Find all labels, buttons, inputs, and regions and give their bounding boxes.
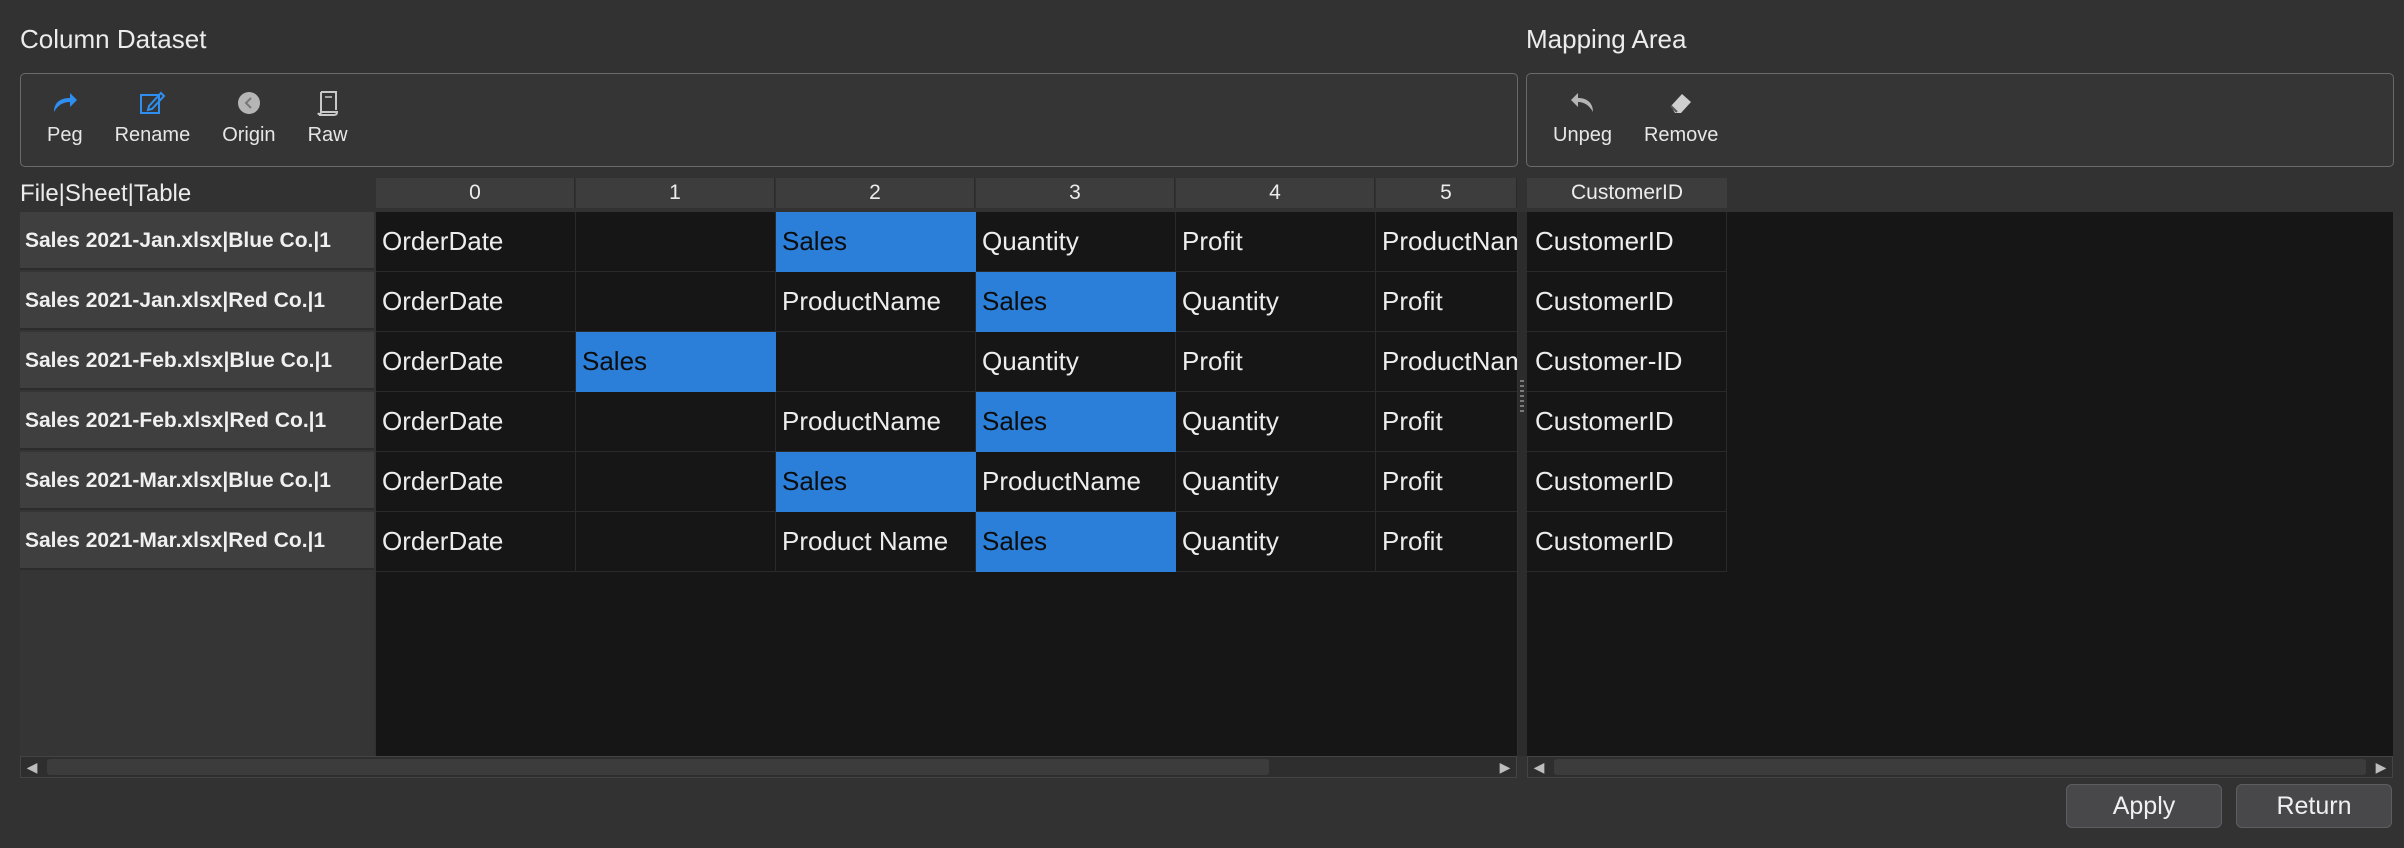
- table-cell[interactable]: Profit: [1176, 332, 1376, 392]
- mapping-cell[interactable]: CustomerID: [1527, 212, 1727, 272]
- dataset-horizontal-scrollbar[interactable]: ◀ ▶: [20, 756, 1517, 778]
- table-cell[interactable]: Quantity: [1176, 272, 1376, 332]
- table-cell[interactable]: Quantity: [976, 332, 1176, 392]
- table-cell[interactable]: Profit: [1376, 512, 1517, 572]
- column-dataset-title: Column Dataset: [20, 24, 207, 54]
- table-cell[interactable]: OrderDate: [376, 332, 576, 392]
- table-cell[interactable]: Profit: [1176, 212, 1376, 272]
- unpeg-button[interactable]: Unpeg: [1537, 88, 1628, 147]
- redo-arrow-icon: [50, 88, 80, 118]
- mapping-area-title: Mapping Area: [1526, 24, 1687, 54]
- mapping-cells: CustomerID CustomerID Customer-ID CustomerI…: [1527, 212, 2393, 756]
- dataset-cells: OrderDateSalesQuantityProfitProductNameO…: [376, 212, 1517, 756]
- mapping-cell[interactable]: CustomerID: [1527, 512, 1727, 572]
- table-cell[interactable]: OrderDate: [376, 212, 576, 272]
- row-header[interactable]: Sales 2021-Jan.xlsx|Blue Co.|1: [20, 212, 374, 270]
- mapping-horizontal-scrollbar[interactable]: ◀ ▶: [1527, 756, 2393, 778]
- scroll-thumb[interactable]: [1554, 759, 2366, 775]
- table-cell[interactable]: Profit: [1376, 392, 1517, 452]
- scroll-icon: [313, 88, 343, 118]
- row-headers: Sales 2021-Jan.xlsx|Blue Co.|1 Sales 2021…: [20, 212, 374, 756]
- table-cell[interactable]: [776, 332, 976, 392]
- table-cell[interactable]: OrderDate: [376, 392, 576, 452]
- table-cell[interactable]: Quantity: [1176, 392, 1376, 452]
- table-cell[interactable]: [576, 512, 776, 572]
- table-cell[interactable]: OrderDate: [376, 512, 576, 572]
- splitter-grip-icon: [1520, 380, 1524, 414]
- peg-button[interactable]: Peg: [31, 88, 99, 147]
- column-dataset-grid: File|Sheet|Table 0 1 2 3 4 5 Sales 2021-…: [20, 178, 1517, 756]
- table-cell[interactable]: ProductName: [776, 272, 976, 332]
- table-cell[interactable]: ProductName: [976, 452, 1176, 512]
- column-header-3[interactable]: 3: [976, 178, 1175, 208]
- table-cell[interactable]: Sales: [576, 332, 776, 392]
- mapping-cell[interactable]: Customer-ID: [1527, 332, 1727, 392]
- column-header-5[interactable]: 5: [1376, 178, 1517, 208]
- eraser-icon: [1666, 88, 1696, 118]
- table-cell[interactable]: Product Name: [776, 512, 976, 572]
- mapping-cell[interactable]: CustomerID: [1527, 452, 1727, 512]
- remove-button[interactable]: Remove: [1628, 88, 1734, 147]
- row-header[interactable]: Sales 2021-Mar.xlsx|Blue Co.|1: [20, 452, 374, 510]
- table-cell[interactable]: Sales: [976, 512, 1176, 572]
- table-cell[interactable]: OrderDate: [376, 272, 576, 332]
- mapping-grid: CustomerID CustomerID CustomerID Customer-…: [1527, 178, 2393, 756]
- column-header-4[interactable]: 4: [1176, 178, 1375, 208]
- scroll-left-icon[interactable]: ◀: [1528, 757, 1550, 777]
- row-header[interactable]: Sales 2021-Feb.xlsx|Blue Co.|1: [20, 332, 374, 390]
- column-dataset-toolbar: Peg Rename Origin Raw: [20, 73, 1518, 167]
- return-button[interactable]: Return: [2236, 784, 2392, 828]
- raw-button[interactable]: Raw: [292, 88, 364, 147]
- column-header-0[interactable]: 0: [376, 178, 575, 208]
- row-header[interactable]: Sales 2021-Feb.xlsx|Red Co.|1: [20, 392, 374, 450]
- row-header[interactable]: Sales 2021-Jan.xlsx|Red Co.|1: [20, 272, 374, 330]
- table-cell[interactable]: Sales: [776, 452, 976, 512]
- scroll-right-icon[interactable]: ▶: [2370, 757, 2392, 777]
- table-cell[interactable]: [576, 272, 776, 332]
- table-cell[interactable]: [576, 392, 776, 452]
- scroll-thumb[interactable]: [47, 759, 1269, 775]
- pane-splitter[interactable]: [1518, 212, 1527, 756]
- table-cell[interactable]: Sales: [976, 392, 1176, 452]
- origin-icon: [234, 88, 264, 118]
- table-cell[interactable]: ProductName: [776, 392, 976, 452]
- column-header-2[interactable]: 2: [776, 178, 975, 208]
- mapping-cell[interactable]: CustomerID: [1527, 272, 1727, 332]
- column-header-row: File|Sheet|Table 0 1 2 3 4 5: [20, 178, 1517, 208]
- table-cell[interactable]: Sales: [776, 212, 976, 272]
- column-header-1[interactable]: 1: [576, 178, 775, 208]
- origin-button[interactable]: Origin: [206, 88, 291, 147]
- rename-button[interactable]: Rename: [99, 88, 207, 147]
- undo-arrow-icon: [1567, 88, 1597, 118]
- apply-button[interactable]: Apply: [2066, 784, 2222, 828]
- scroll-right-icon[interactable]: ▶: [1494, 757, 1516, 777]
- table-cell[interactable]: ProductName: [1376, 332, 1517, 392]
- table-cell[interactable]: Quantity: [1176, 512, 1376, 572]
- mapping-column-header[interactable]: CustomerID: [1527, 178, 1727, 208]
- table-cell[interactable]: ProductName: [1376, 212, 1517, 272]
- mapping-cell[interactable]: CustomerID: [1527, 392, 1727, 452]
- table-cell[interactable]: [576, 212, 776, 272]
- row-header[interactable]: Sales 2021-Mar.xlsx|Red Co.|1: [20, 512, 374, 570]
- edit-icon: [137, 88, 167, 118]
- table-cell[interactable]: Quantity: [976, 212, 1176, 272]
- table-cell[interactable]: [576, 452, 776, 512]
- table-cell[interactable]: Sales: [976, 272, 1176, 332]
- corner-label: File|Sheet|Table: [20, 180, 192, 207]
- table-cell[interactable]: Profit: [1376, 272, 1517, 332]
- table-cell[interactable]: Quantity: [1176, 452, 1376, 512]
- table-cell[interactable]: Profit: [1376, 452, 1517, 512]
- scroll-left-icon[interactable]: ◀: [21, 757, 43, 777]
- table-cell[interactable]: OrderDate: [376, 452, 576, 512]
- mapping-area-toolbar: Unpeg Remove: [1526, 73, 2394, 167]
